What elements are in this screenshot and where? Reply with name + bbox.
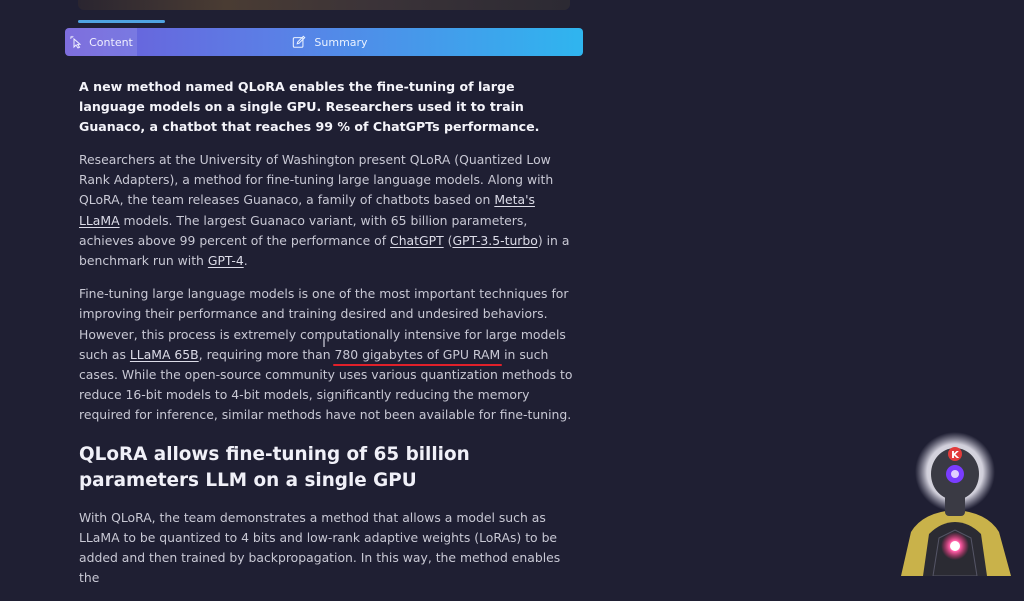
- tab-content-label: Content: [89, 35, 133, 49]
- pointer-sparkle-icon: [70, 35, 82, 49]
- edit-icon: [293, 35, 306, 48]
- view-tab-bar: Content Summary: [65, 28, 583, 56]
- tab-content[interactable]: Content: [65, 28, 137, 56]
- robot-avatar-icon: K: [901, 432, 1011, 576]
- link-gpt-4[interactable]: GPT-4: [208, 253, 244, 268]
- paragraph-text: Researchers at the University of Washing…: [79, 152, 554, 208]
- text-cursor-icon: [323, 337, 325, 347]
- article-paragraph-3: With QLoRA, the team demonstrates a meth…: [79, 509, 561, 586]
- reading-progress-bar: [78, 20, 165, 23]
- section-heading: QLoRA allows fine-tuning of 65 billion p…: [79, 443, 470, 491]
- article-paragraph-1: Researchers at the University of Washing…: [79, 150, 574, 271]
- paragraph-text: , requiring more than: [198, 346, 335, 362]
- article-lead: A new method named QLoRA enables the fin…: [79, 79, 540, 134]
- article-hero-image: [78, 0, 570, 10]
- tab-summary[interactable]: Summary: [137, 28, 583, 56]
- highlighted-gpu-ram-text: 780 gigabytes of GPU RAM: [334, 346, 501, 362]
- link-chatgpt[interactable]: ChatGPT: [390, 233, 444, 248]
- link-gpt-3-5-turbo[interactable]: GPT-3.5-turbo: [452, 233, 537, 248]
- article-body: A new method named QLoRA enables the fin…: [79, 77, 574, 601]
- link-llama-65b[interactable]: LLaMA 65B: [130, 347, 199, 362]
- article-paragraph-2: Fine-tuning large language models is one…: [79, 284, 574, 425]
- tab-summary-label: Summary: [314, 35, 368, 49]
- paragraph-text: .: [243, 253, 248, 269]
- avatar-badge-letter: K: [951, 450, 960, 461]
